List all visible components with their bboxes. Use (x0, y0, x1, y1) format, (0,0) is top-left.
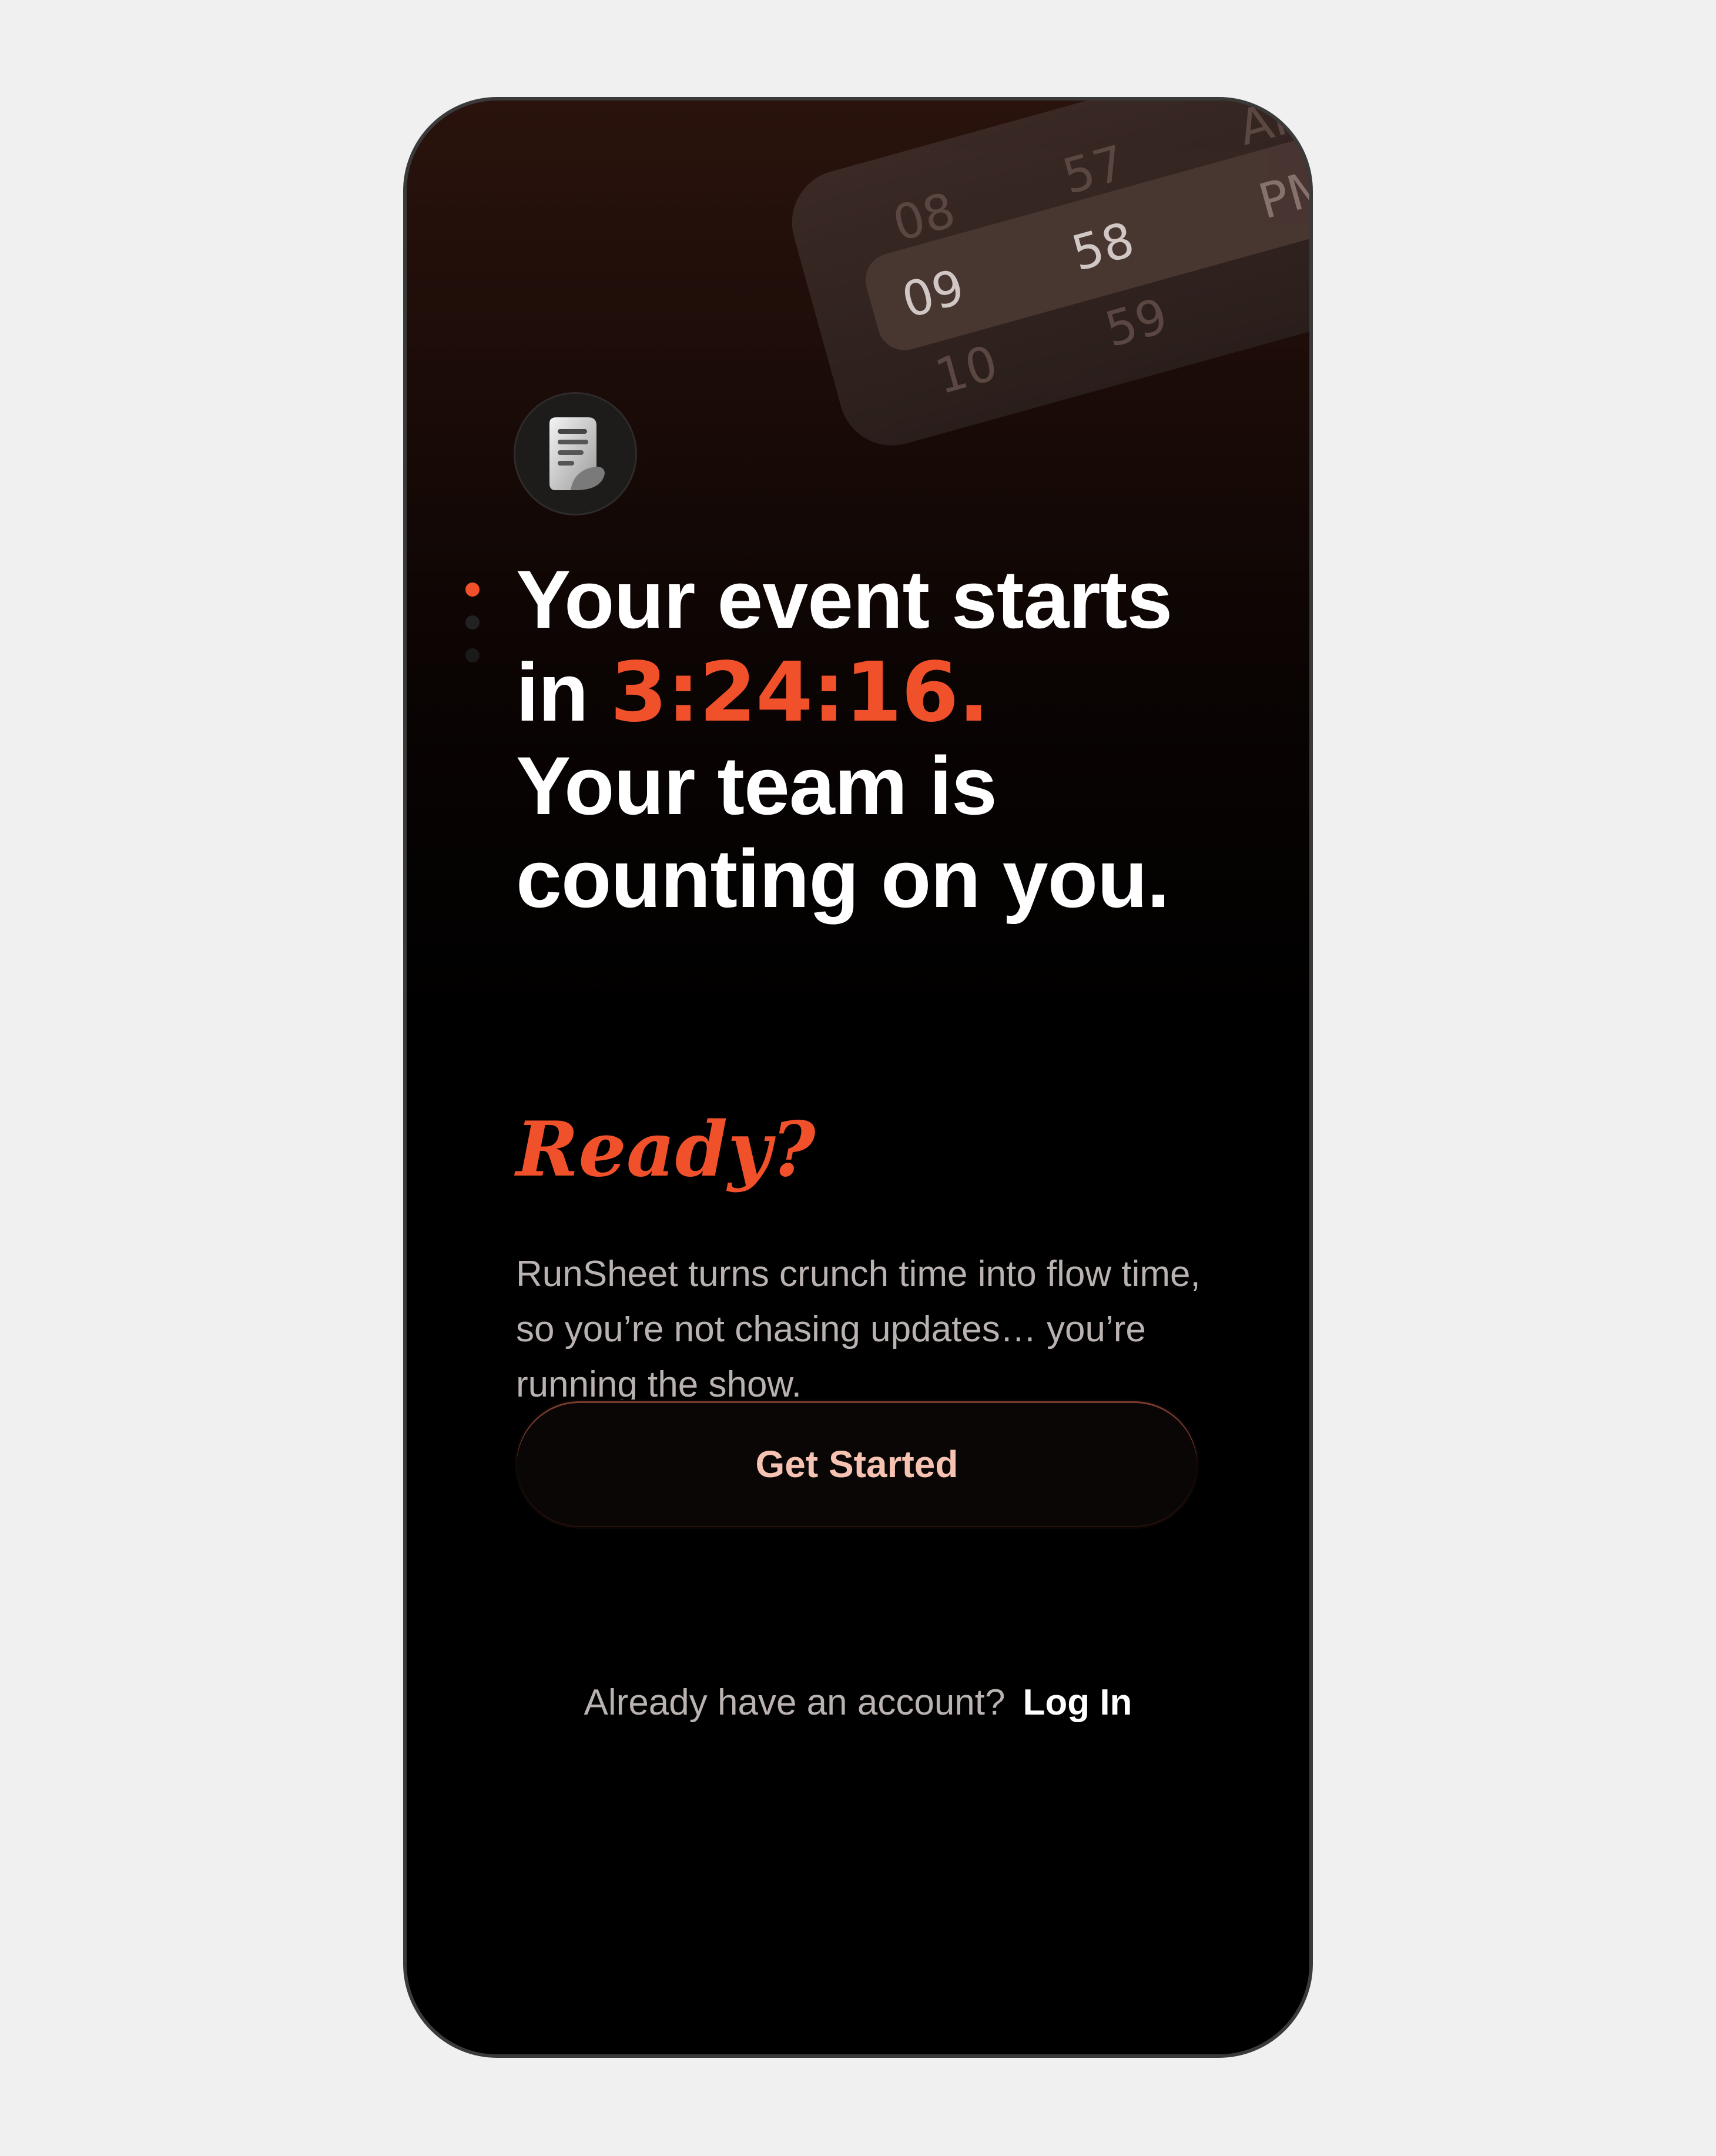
picker-hour-below: 10 (929, 335, 1004, 406)
headline-line-4: counting on you. (516, 832, 1170, 925)
get-started-button[interactable]: Get Started (515, 1400, 1199, 1529)
page-dot (465, 615, 480, 630)
headline-line-1: Your event starts (516, 553, 1172, 645)
app-logo (514, 392, 637, 515)
page-dot-active (465, 582, 480, 597)
picker-minute-below: 59 (1099, 288, 1174, 359)
countdown-timer: 3:24:16. (610, 645, 989, 741)
headline-line-3: Your team is (516, 739, 997, 832)
description-text: RunSheet turns crunch time into flow tim… (516, 1254, 1201, 1405)
document-icon (549, 417, 605, 490)
headline-line-2: in 3:24:16. (516, 646, 1221, 739)
headline: Your event starts in 3:24:16. Your team … (516, 553, 1221, 925)
login-prompt: Already have an account? (584, 1682, 1006, 1723)
page-dot (465, 648, 480, 662)
login-row: Already have an account? Log In (407, 1682, 1309, 1723)
phone-screen: 08 09 10 57 58 59 AM PM Your event start… (403, 97, 1313, 2058)
log-in-link[interactable]: Log In (1023, 1682, 1132, 1723)
headline-in: in (516, 646, 611, 738)
time-picker-illustration: 08 09 10 57 58 59 AM PM (780, 101, 1309, 458)
ready-heading: Ready? (516, 1106, 816, 1194)
page-indicator (465, 582, 480, 681)
